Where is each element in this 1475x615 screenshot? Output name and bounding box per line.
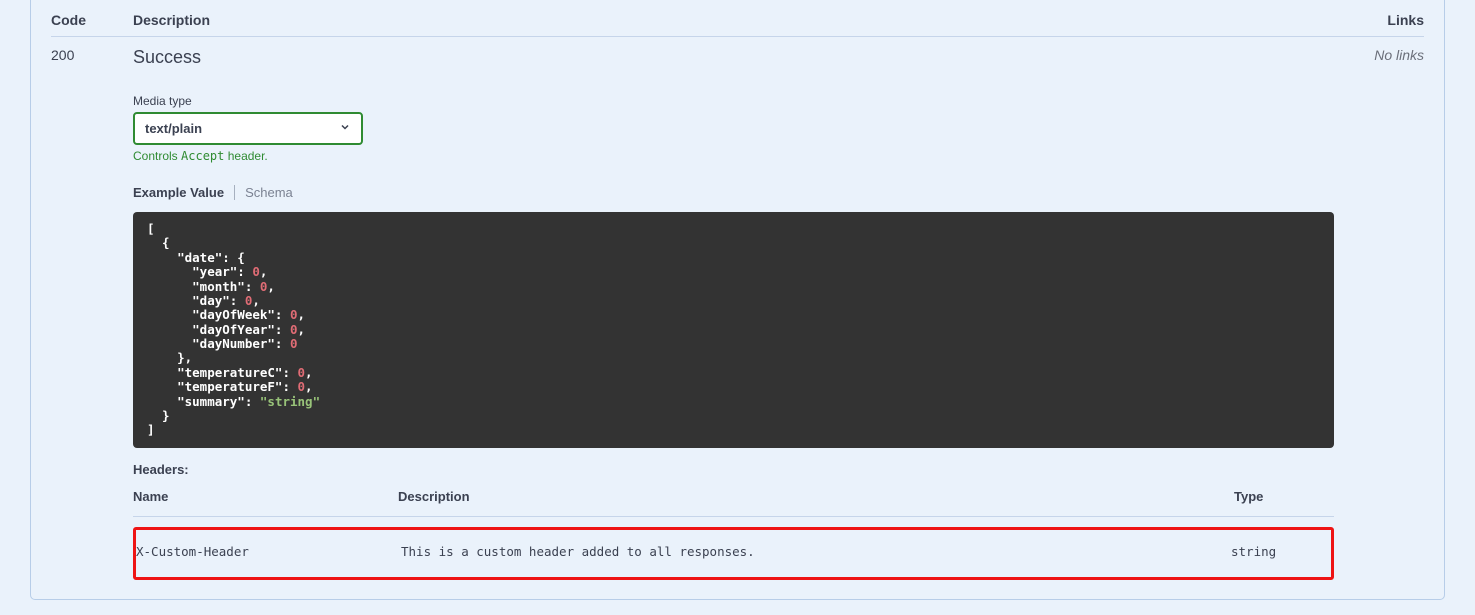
chevron-down-icon	[339, 121, 351, 136]
responses-panel: Code Description Links 200 Success Media…	[30, 0, 1445, 600]
header-name-value: X-Custom-Header	[136, 544, 401, 559]
media-type-select[interactable]: text/plain	[133, 112, 363, 145]
response-tabs: Example ValueSchema	[133, 185, 1334, 200]
response-table-header: Code Description Links	[51, 0, 1424, 37]
col-code-header: Code	[51, 12, 133, 28]
links-value: No links	[1334, 47, 1424, 580]
header-description-value: This is a custom header added to all res…	[401, 544, 1231, 559]
media-type-label: Media type	[133, 94, 1334, 108]
headers-label: Headers:	[133, 462, 1334, 477]
tab-schema[interactable]: Schema	[235, 185, 293, 200]
header-type-value: string	[1231, 544, 1331, 559]
response-code: 200	[51, 47, 133, 580]
response-description-column: Success Media type text/plain Controls A…	[133, 47, 1334, 580]
headers-col-name: Name	[133, 489, 398, 504]
headers-col-type: Type	[1234, 489, 1334, 504]
response-description: Success	[133, 47, 1334, 68]
tab-example-value[interactable]: Example Value	[133, 185, 235, 200]
media-type-hint: Controls Accept header.	[133, 149, 1334, 163]
col-description-header: Description	[133, 12, 1334, 28]
response-row: 200 Success Media type text/plain Contro…	[51, 37, 1424, 580]
headers-col-description: Description	[398, 489, 1234, 504]
headers-table-header: Name Description Type	[133, 489, 1334, 517]
headers-row-highlighted: X-Custom-Header This is a custom header …	[133, 527, 1334, 580]
media-type-selected-value: text/plain	[145, 121, 202, 136]
headers-row: X-Custom-Header This is a custom header …	[136, 544, 1331, 559]
example-json-block[interactable]: [ { "date": { "year": 0, "month": 0, "da…	[133, 212, 1334, 448]
col-links-header: Links	[1334, 12, 1424, 28]
